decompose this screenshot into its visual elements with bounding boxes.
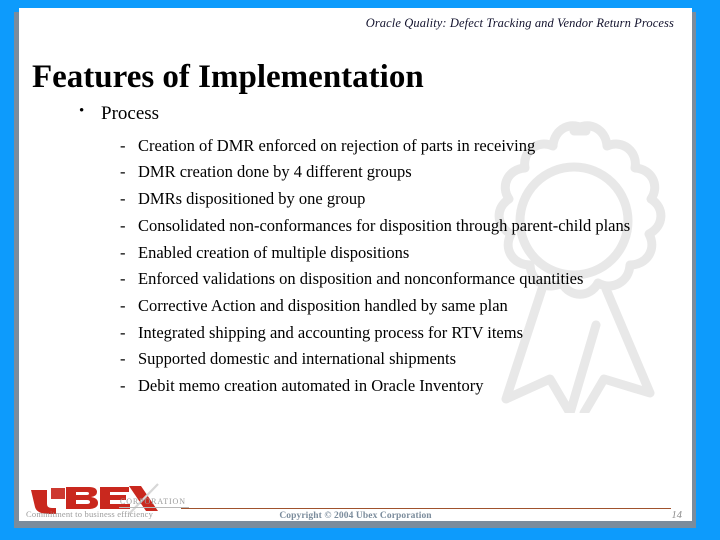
dash-bullet-icon: - [120,135,126,155]
logo-tagline: Commitment to business efficiency [26,509,154,519]
list-item: - Enforced validations on disposition an… [120,266,692,293]
bullet-dot-icon: • [79,103,85,119]
list-item-level1: • Process [32,101,692,127]
list-item-label: Enforced validations on disposition and … [138,269,584,289]
dash-bullet-icon: - [120,215,126,235]
logo-corporation-label: CORPORATION [120,497,186,506]
list-item-level1-label: Process [101,103,160,124]
dash-bullet-icon: - [120,295,126,315]
page-number: 14 [671,510,683,521]
list-item: - Consolidated non-conformances for disp… [120,213,692,240]
list-item-label: DMRs dispositioned by one group [138,189,366,209]
list-item-label: Corrective Action and disposition handle… [138,295,508,315]
dash-bullet-icon: - [120,349,126,369]
logo-underline [119,507,189,508]
list-item-label: DMR creation done by 4 different groups [138,162,412,182]
dash-bullet-icon: - [120,162,126,182]
list-item-label: Integrated shipping and accounting proce… [138,322,523,342]
dash-bullet-icon: - [120,242,126,262]
slide-header-text: Oracle Quality: Defect Tracking and Vend… [365,16,674,30]
list-item: - Debit memo creation automated in Oracl… [120,373,692,400]
list-item: - Creation of DMR enforced on rejection … [120,133,692,160]
content-body: • Process - Creation of DMR enforced on … [32,101,692,400]
list-item: - Integrated shipping and accounting pro… [120,320,692,347]
sub-list: - Creation of DMR enforced on rejection … [32,133,692,400]
list-item-label: Supported domestic and international shi… [138,349,457,369]
list-item-label: Debit memo creation automated in Oracle … [138,376,484,396]
footer-divider [181,508,671,509]
page-title: Features of Implementation [32,59,424,96]
list-item: - Corrective Action and disposition hand… [120,293,692,320]
list-item-label: Creation of DMR enforced on rejection of… [138,135,536,155]
slide-canvas: Oracle Quality: Defect Tracking and Vend… [19,8,692,521]
list-item-label: Consolidated non-conformances for dispos… [138,215,631,235]
list-item: - Supported domestic and international s… [120,346,692,373]
list-item: - DMR creation done by 4 different group… [120,159,692,186]
list-item: - Enabled creation of multiple dispositi… [120,240,692,267]
dash-bullet-icon: - [120,376,126,396]
list-item-label: Enabled creation of multiple disposition… [138,242,410,262]
dash-bullet-icon: - [120,322,126,342]
slide-frame: Oracle Quality: Defect Tracking and Vend… [0,0,720,540]
list-item: - DMRs dispositioned by one group [120,186,692,213]
dash-bullet-icon: - [120,269,126,289]
dash-bullet-icon: - [120,189,126,209]
